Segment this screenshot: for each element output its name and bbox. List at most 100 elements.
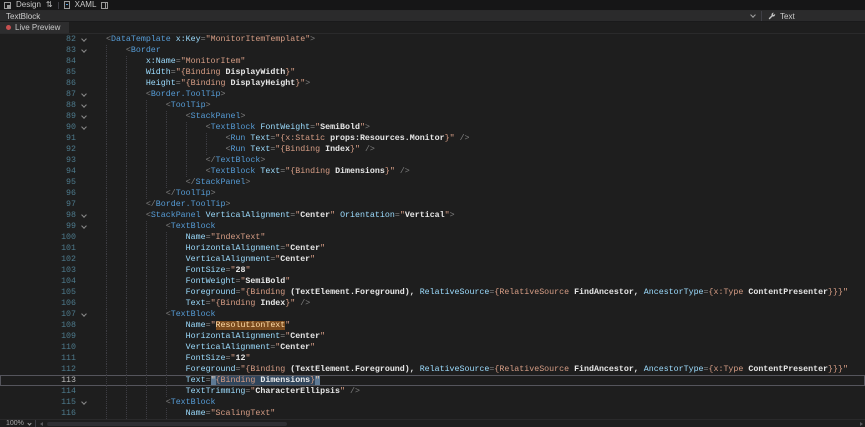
fold-gutter[interactable] bbox=[76, 45, 92, 56]
zoom-level[interactable]: 100% bbox=[6, 420, 24, 427]
code-line[interactable]: 86Height="{Binding DisplayHeight}"> bbox=[0, 78, 865, 89]
code-text[interactable]: <Run Text="{Binding Index}" /> bbox=[92, 144, 865, 155]
xaml-editor[interactable]: 82<DataTemplate x:Key="MonitorItemTempla… bbox=[0, 34, 865, 419]
fold-chevron-icon[interactable] bbox=[81, 91, 87, 97]
code-text[interactable]: Text="{Binding Index}" /> bbox=[92, 298, 865, 309]
code-text[interactable]: <StackPanel> bbox=[92, 111, 865, 122]
line-number[interactable]: 110 bbox=[0, 342, 76, 353]
code-line[interactable]: 88<ToolTip> bbox=[0, 100, 865, 111]
zoom-chevron-down-icon[interactable] bbox=[27, 421, 31, 425]
code-line[interactable]: 115 <TextBlock bbox=[0, 397, 865, 408]
code-text[interactable]: FontSize="28" bbox=[92, 265, 865, 276]
line-number[interactable]: 103 bbox=[0, 265, 76, 276]
code-line[interactable]: 90<TextBlock FontWeight="SemiBold"> bbox=[0, 122, 865, 133]
code-line[interactable]: 95 </StackPanel> bbox=[0, 177, 865, 188]
fold-gutter[interactable] bbox=[76, 34, 92, 45]
code-line[interactable]: 102 VerticalAlignment="Center" bbox=[0, 254, 865, 265]
line-number[interactable]: 102 bbox=[0, 254, 76, 265]
code-text[interactable]: Text="{Binding Dimensions}" bbox=[92, 375, 865, 386]
fold-chevron-icon[interactable] bbox=[81, 212, 87, 218]
code-text[interactable]: x:Name="MonitorItem" bbox=[92, 56, 865, 67]
design-tab[interactable]: Design bbox=[16, 0, 41, 10]
code-line[interactable]: 114TextTrimming="CharacterEllipsis" /> bbox=[0, 386, 865, 397]
line-number[interactable]: 107 bbox=[0, 309, 76, 320]
fold-gutter[interactable] bbox=[76, 221, 92, 232]
fold-gutter[interactable] bbox=[76, 122, 92, 133]
code-text[interactable]: </ToolTip> bbox=[92, 188, 865, 199]
code-line[interactable]: 96 </ToolTip> bbox=[0, 188, 865, 199]
code-text[interactable]: <TextBlock Text="{Binding Dimensions}" /… bbox=[92, 166, 865, 177]
code-text[interactable]: Width="{Binding DisplayWidth}" bbox=[92, 67, 865, 78]
code-text[interactable]: </StackPanel> bbox=[92, 177, 865, 188]
line-number[interactable]: 98 bbox=[0, 210, 76, 221]
line-number[interactable]: 106 bbox=[0, 298, 76, 309]
line-number[interactable]: 86 bbox=[0, 78, 76, 89]
scroll-right-icon[interactable] bbox=[860, 422, 863, 426]
code-line[interactable]: 105 Foreground="{Binding (TextElement.For… bbox=[0, 287, 865, 298]
code-line[interactable]: 108Name="ResolutionText" bbox=[0, 320, 865, 331]
line-number[interactable]: 91 bbox=[0, 133, 76, 144]
line-number[interactable]: 96 bbox=[0, 188, 76, 199]
code-line[interactable]: 84 x:Name="MonitorItem" bbox=[0, 56, 865, 67]
code-text[interactable]: Name="ScalingText" bbox=[92, 408, 865, 419]
code-line[interactable]: 103 FontSize="28" bbox=[0, 265, 865, 276]
code-text[interactable]: Name="IndexText" bbox=[92, 232, 865, 243]
code-text[interactable]: <Border bbox=[92, 45, 865, 56]
code-text[interactable]: <Border.ToolTip> bbox=[92, 89, 865, 100]
fold-chevron-icon[interactable] bbox=[81, 399, 87, 405]
code-line[interactable]: 113 Text="{Binding Dimensions}" bbox=[0, 375, 865, 386]
code-line[interactable]: 83 <Border bbox=[0, 45, 865, 56]
line-number[interactable]: 115 bbox=[0, 397, 76, 408]
code-text[interactable]: VerticalAlignment="Center" bbox=[92, 254, 865, 265]
code-line[interactable]: 111FontSize="12" bbox=[0, 353, 865, 364]
code-line[interactable]: 91<Run Text="{x:Static props:Resources.M… bbox=[0, 133, 865, 144]
code-text[interactable]: Foreground="{Binding (TextElement.Foregr… bbox=[92, 287, 865, 298]
line-number[interactable]: 99 bbox=[0, 221, 76, 232]
code-line[interactable]: 85Width="{Binding DisplayWidth}" bbox=[0, 67, 865, 78]
code-line[interactable]: 100 Name="IndexText" bbox=[0, 232, 865, 243]
line-number[interactable]: 116 bbox=[0, 408, 76, 419]
line-number[interactable]: 83 bbox=[0, 45, 76, 56]
chevron-down-icon[interactable] bbox=[750, 12, 756, 18]
fold-chevron-icon[interactable] bbox=[81, 311, 87, 317]
fold-chevron-icon[interactable] bbox=[81, 36, 87, 42]
code-text[interactable]: <TextBlock bbox=[92, 221, 865, 232]
code-line[interactable]: 87<Border.ToolTip> bbox=[0, 89, 865, 100]
code-line[interactable]: 116 Name="ScalingText" bbox=[0, 408, 865, 419]
code-text[interactable]: <DataTemplate x:Key="MonitorItemTemplate… bbox=[92, 34, 865, 45]
code-line[interactable]: 104FontWeight="SemiBold" bbox=[0, 276, 865, 287]
fold-gutter[interactable] bbox=[76, 100, 92, 111]
xaml-tab[interactable]: XAML bbox=[75, 0, 97, 10]
code-line[interactable]: 109HorizontalAlignment="Center" bbox=[0, 331, 865, 342]
line-number[interactable]: 84 bbox=[0, 56, 76, 67]
code-line[interactable]: 101 HorizontalAlignment="Center" bbox=[0, 243, 865, 254]
line-number[interactable]: 113 bbox=[0, 375, 76, 386]
line-number[interactable]: 111 bbox=[0, 353, 76, 364]
line-number[interactable]: 92 bbox=[0, 144, 76, 155]
code-text[interactable]: <TextBlock bbox=[92, 397, 865, 408]
line-number[interactable]: 95 bbox=[0, 177, 76, 188]
code-line[interactable]: 89<StackPanel> bbox=[0, 111, 865, 122]
code-text[interactable]: Foreground="{Binding (TextElement.Foregr… bbox=[92, 364, 865, 375]
line-number[interactable]: 90 bbox=[0, 122, 76, 133]
fold-gutter[interactable] bbox=[76, 210, 92, 221]
code-text[interactable]: <TextBlock bbox=[92, 309, 865, 320]
line-number[interactable]: 94 bbox=[0, 166, 76, 177]
code-line[interactable]: 98<StackPanel VerticalAlignment="Center"… bbox=[0, 210, 865, 221]
code-text[interactable]: <ToolTip> bbox=[92, 100, 865, 111]
fold-chevron-icon[interactable] bbox=[81, 113, 87, 119]
line-number[interactable]: 104 bbox=[0, 276, 76, 287]
line-number[interactable]: 101 bbox=[0, 243, 76, 254]
code-text[interactable]: HorizontalAlignment="Center" bbox=[92, 331, 865, 342]
code-line[interactable]: 110VerticalAlignment="Center" bbox=[0, 342, 865, 353]
line-number[interactable]: 105 bbox=[0, 287, 76, 298]
line-number[interactable]: 100 bbox=[0, 232, 76, 243]
property-combobox[interactable]: Text bbox=[761, 11, 865, 21]
code-line[interactable]: 92 <Run Text="{Binding Index}" /> bbox=[0, 144, 865, 155]
tab-live-preview[interactable]: Live Preview bbox=[0, 22, 69, 33]
code-line[interactable]: 82<DataTemplate x:Key="MonitorItemTempla… bbox=[0, 34, 865, 45]
code-text[interactable]: Name="ResolutionText" bbox=[92, 320, 865, 331]
line-number[interactable]: 93 bbox=[0, 155, 76, 166]
vertical-split-icon[interactable] bbox=[101, 2, 108, 9]
code-text[interactable]: HorizontalAlignment="Center" bbox=[92, 243, 865, 254]
